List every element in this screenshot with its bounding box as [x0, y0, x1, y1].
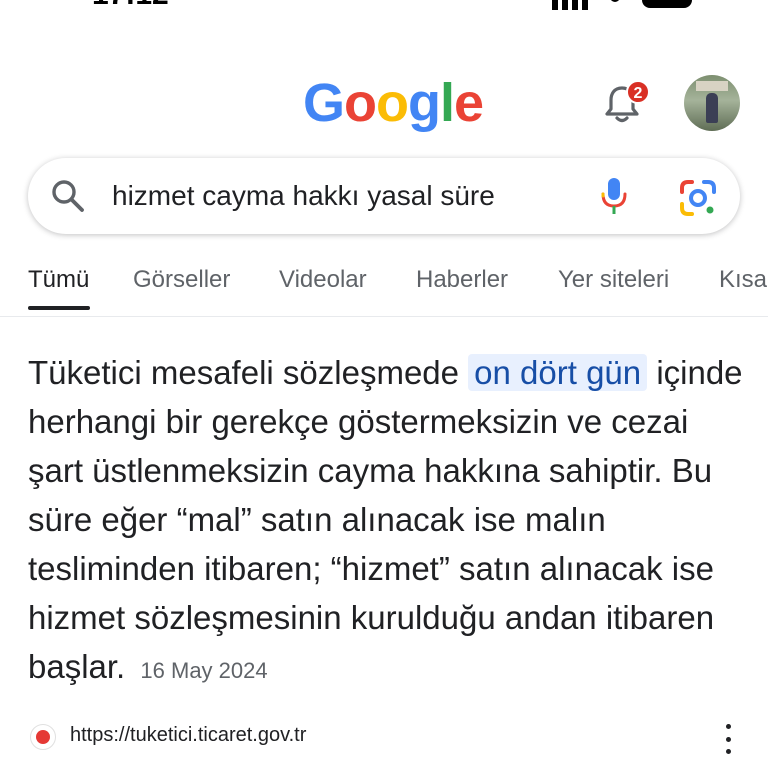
answer-highlight: on dört gün [468, 354, 648, 391]
search-icon [52, 180, 84, 212]
tab-images[interactable]: Görseller [133, 266, 230, 294]
notification-badge: 2 [626, 80, 650, 104]
wifi-icon [610, 0, 620, 2]
active-tab-indicator [28, 306, 90, 310]
avatar-photo-person [706, 93, 718, 123]
tab-places[interactable]: Yer siteleri [558, 266, 669, 294]
more-options-icon[interactable] [716, 724, 740, 754]
logo-letter: g [408, 73, 441, 133]
featured-snippet-text: Tüketici mesafeli sözleşmede on dört gün… [28, 348, 748, 695]
tab-news[interactable]: Haberler [416, 266, 508, 294]
tab-videos[interactable]: Videolar [279, 266, 367, 294]
logo-letter: l [440, 73, 455, 133]
answer-text-after: içinde herhangi bir gerekçe göstermeksiz… [28, 354, 743, 685]
search-tabs: Tümü Görseller Videolar Haberler Yer sit… [0, 262, 768, 312]
tabs-divider [0, 316, 768, 317]
answer-text-before: Tüketici mesafeli sözleşmede [28, 354, 459, 391]
logo-letter: o [376, 73, 409, 133]
search-input[interactable] [112, 178, 572, 214]
source-favicon[interactable] [30, 724, 56, 750]
avatar-photo-sign [696, 81, 728, 91]
status-time: 17:12 [92, 0, 169, 12]
mic-icon[interactable] [596, 176, 632, 218]
google-lens-icon[interactable] [678, 178, 718, 218]
tab-short-videos[interactable]: Kısa [719, 266, 767, 294]
profile-avatar[interactable] [684, 75, 740, 131]
source-url[interactable]: https://tuketici.ticaret.gov.tr [70, 724, 306, 747]
logo-letter: e [454, 73, 484, 133]
status-bar: 17:12 [0, 0, 768, 14]
google-logo[interactable]: Google [303, 72, 484, 134]
logo-letter: G [303, 73, 345, 133]
battery-icon [642, 0, 692, 8]
status-icons [552, 0, 692, 10]
tab-all[interactable]: Tümü [28, 266, 89, 294]
answer-date: 16 May 2024 [140, 658, 268, 683]
signal-icon [552, 0, 588, 10]
logo-letter: o [344, 73, 377, 133]
